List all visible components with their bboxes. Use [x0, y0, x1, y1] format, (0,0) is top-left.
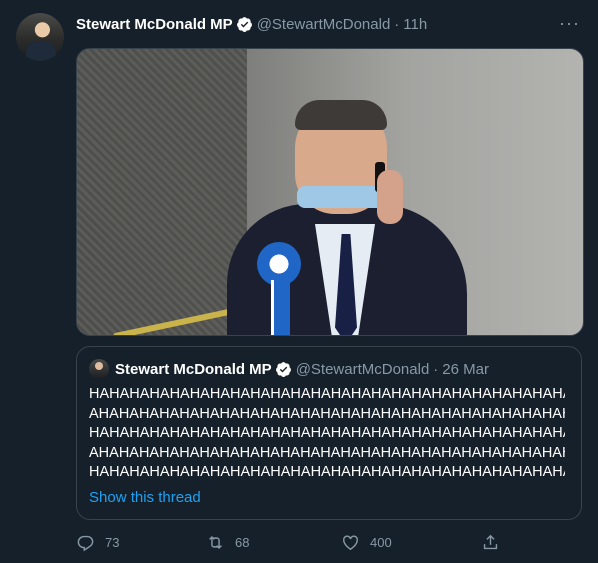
like-icon: [343, 534, 358, 550]
author-name[interactable]: Stewart McDonald MP: [76, 16, 233, 33]
quoted-author-avatar: [89, 359, 109, 379]
separator: ·: [394, 15, 400, 33]
quoted-text-line: HAHAHAHAHAHAHAHAHAHAHAHAHAHAHAHAHAHAHAHA…: [89, 386, 565, 402]
photo-subject: [227, 100, 487, 335]
quoted-text-line: AHAHAHAHAHAHAHAHAHAHAHAHAHAHAHAHAHAHAHAH…: [89, 444, 565, 461]
tweet-timestamp[interactable]: 11h: [403, 16, 427, 33]
like-button[interactable]: 400: [341, 533, 392, 552]
reply-button[interactable]: 73: [76, 533, 119, 552]
separator: ·: [433, 360, 439, 378]
quoted-author-handle: @StewartMcDonald: [295, 360, 430, 378]
like-count: 400: [370, 534, 392, 550]
quoted-text-line: AHAHAHAHAHAHAHAHAHAHAHAHAHAHAHAHAHAHAHAH…: [89, 405, 565, 422]
verified-badge-icon: [236, 16, 252, 32]
quoted-text-line: HAHAHAHAHAHAHAHAHAHAHAHAHAHAHAHAHAHAHAHA…: [89, 425, 565, 442]
retweet-count: 68: [235, 534, 250, 550]
quoted-author-name: Stewart McDonald MP: [115, 360, 272, 378]
author-handle[interactable]: @StewartMcDonald: [257, 16, 391, 33]
quoted-tweet[interactable]: Stewart McDonald MP @StewartMcDonald · 2…: [76, 346, 582, 520]
share-button[interactable]: [481, 533, 510, 552]
tweet-actions: 73 68 400: [76, 530, 516, 554]
quoted-tweet-date: 26 Mar: [442, 360, 489, 378]
more-icon[interactable]: ···: [559, 13, 580, 34]
share-icon: [483, 534, 498, 549]
show-thread-link[interactable]: Show this thread: [89, 489, 201, 506]
tweet-photo[interactable]: [76, 48, 584, 336]
photo-background: [77, 49, 247, 335]
author-avatar[interactable]: [16, 13, 64, 61]
reply-count: 73: [105, 534, 120, 550]
reply-icon: [77, 535, 94, 551]
retweet-button[interactable]: 68: [206, 533, 249, 552]
tweet-header: Stewart McDonald MP @StewartMcDonald · 1…: [76, 14, 582, 34]
quoted-text-line: HAHAHAHAHAHAHAHAHAHAHAHAHAHAHAHAHAHAHAHA…: [89, 464, 565, 481]
quoted-tweet-text: HAHAHAHAHAHAHAHAHAHAHAHAHAHAHAHAHAHAHAHA…: [89, 385, 565, 483]
retweet-icon: [209, 535, 222, 549]
quoted-tweet-header: Stewart McDonald MP @StewartMcDonald · 2…: [89, 359, 489, 379]
verified-badge-icon: [275, 361, 291, 377]
